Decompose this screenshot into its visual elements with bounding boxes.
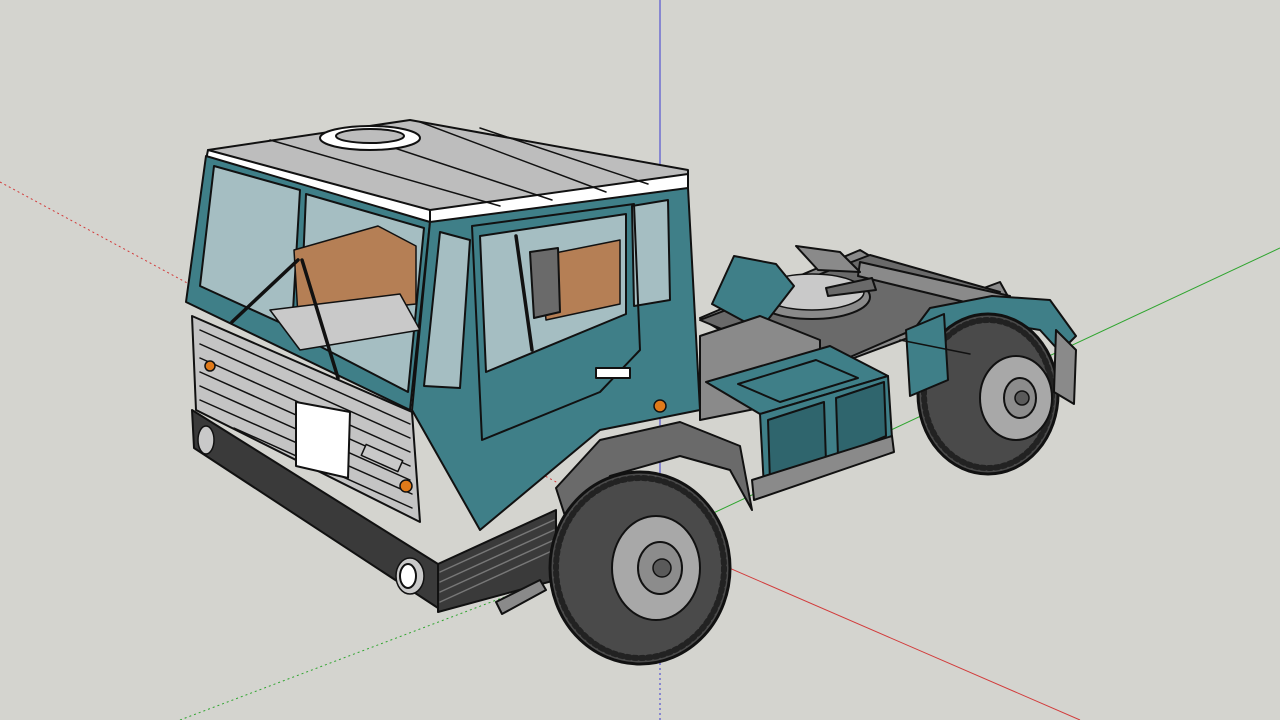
truck-model[interactable] [185,119,1077,666]
door-handle [595,367,631,379]
headlight-left [197,425,215,455]
rear-hub-center [1014,390,1030,406]
headlight-right-lens [399,563,417,589]
bumper-side [437,509,557,613]
front-hub-center [652,558,672,578]
front-indicator-right [399,479,413,493]
rear-fender-mount [905,313,949,397]
side-indicator [653,399,667,413]
front-indicator-left [204,360,216,372]
front-wheel [548,421,753,666]
grille-chevron [295,401,351,479]
roof-hatch-inner [335,128,405,144]
3d-viewport[interactable] [0,0,1280,720]
side-mirror [529,247,561,319]
rear-mudflap [1053,329,1077,405]
viewport-canvas[interactable] [0,0,1280,720]
